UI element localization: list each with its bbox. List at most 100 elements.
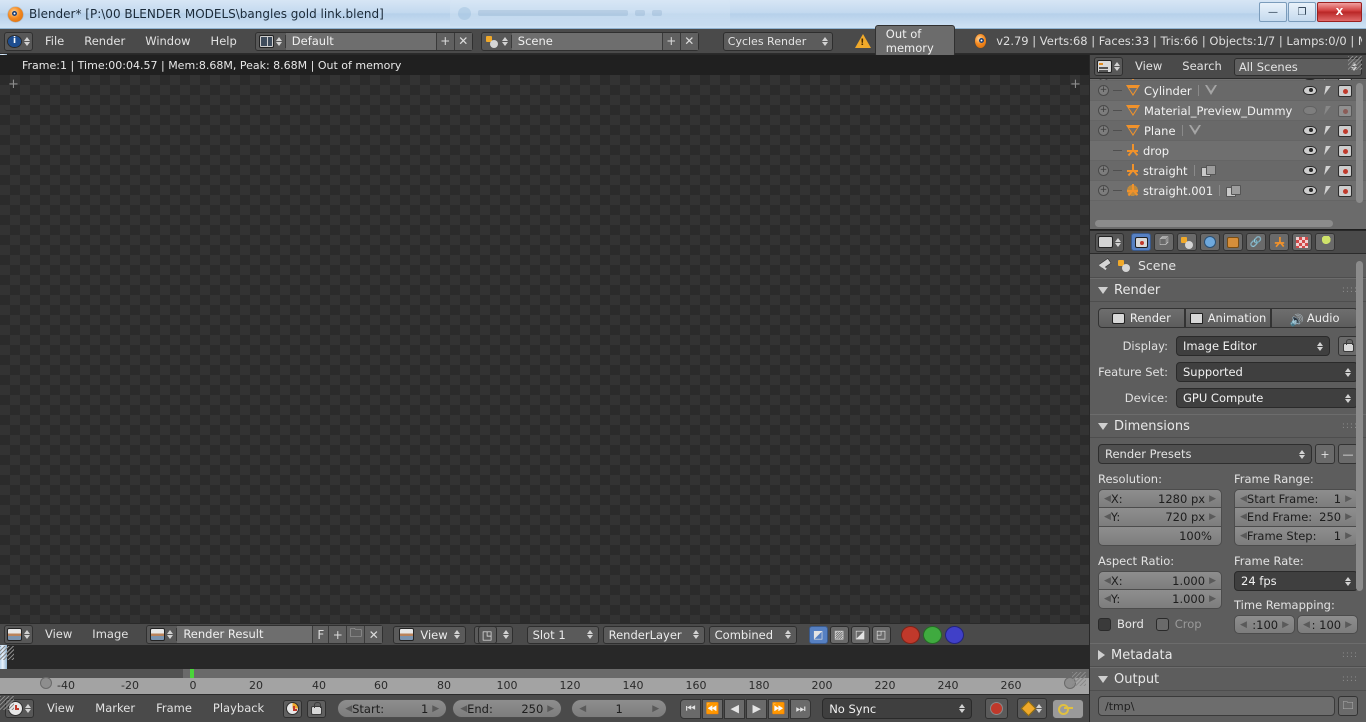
green-channel-icon[interactable] bbox=[922, 625, 942, 644]
blue-channel-icon[interactable] bbox=[944, 625, 964, 644]
auto-keyframe-button[interactable] bbox=[985, 698, 1009, 719]
increment-icon[interactable]: ▶ bbox=[1345, 620, 1352, 630]
unlink-image-button[interactable]: ✕ bbox=[364, 626, 383, 643]
visibility-toggle-icon[interactable] bbox=[1303, 86, 1317, 95]
next-keyframe-button[interactable]: ⏩ bbox=[768, 698, 790, 719]
timeline-type-spinner-icon[interactable] bbox=[25, 704, 31, 713]
increment-icon[interactable]: ▶ bbox=[432, 704, 439, 714]
expand-toggle-icon[interactable]: + bbox=[1098, 165, 1109, 176]
expand-toggle-icon[interactable]: + bbox=[1098, 185, 1109, 196]
playback-transport[interactable]: ⏮ ⏪ ◀ ▶ ⏩ ⏭ bbox=[680, 698, 812, 719]
timeline-scrollbar-thumb[interactable] bbox=[0, 669, 183, 678]
increment-icon[interactable]: ▶ bbox=[547, 704, 554, 714]
increment-icon[interactable]: ▶ bbox=[1345, 512, 1352, 522]
editor-type-selector[interactable] bbox=[4, 31, 33, 51]
pivot-spinner-icon[interactable] bbox=[502, 630, 509, 639]
increment-icon[interactable]: ▶ bbox=[1345, 494, 1352, 504]
warning-report[interactable]: Out of memory bbox=[854, 25, 956, 57]
display-channel-buttons[interactable]: ◩ ▨ ◪ ◰ bbox=[808, 625, 891, 644]
delete-screen-layout-button[interactable]: ✕ bbox=[453, 32, 472, 50]
start-frame-field[interactable]: ◀ Start Frame: 1 ▶ bbox=[1234, 489, 1358, 508]
selectability-toggle-icon[interactable] bbox=[1324, 146, 1331, 155]
image-datablock-icon-group[interactable] bbox=[147, 628, 178, 641]
menu-help[interactable]: Help bbox=[203, 32, 245, 51]
visibility-toggle-icon[interactable] bbox=[1303, 126, 1317, 135]
visibility-toggle-icon[interactable] bbox=[1303, 166, 1317, 175]
list-item[interactable]: + Plane bbox=[1090, 121, 1366, 141]
increment-icon[interactable]: ▶ bbox=[1209, 512, 1216, 522]
outliner-tree[interactable]: + Camera + Cylinder bbox=[1090, 79, 1366, 229]
display-select[interactable]: Image Editor bbox=[1176, 336, 1330, 356]
use-preview-range-button[interactable] bbox=[283, 699, 303, 718]
visibility-toggle-icon[interactable] bbox=[1303, 79, 1317, 80]
panel-header-dimensions[interactable]: Dimensions :::: bbox=[1090, 414, 1366, 438]
selectability-toggle-icon[interactable] bbox=[1324, 186, 1331, 195]
render-preset-select[interactable]: Render Presets bbox=[1098, 444, 1312, 464]
keying-mode-spinner-icon[interactable] bbox=[1035, 704, 1042, 713]
panel-header-output[interactable]: Output :::: bbox=[1090, 667, 1366, 691]
increment-icon[interactable]: ▶ bbox=[652, 704, 659, 714]
alpha-channel-icon[interactable]: ▨ bbox=[829, 625, 849, 644]
fake-user-button[interactable]: F bbox=[312, 626, 329, 643]
increment-icon[interactable]: ▶ bbox=[1282, 620, 1289, 630]
image-datablock-combo[interactable]: Render Result F + 🗀 ✕ bbox=[146, 625, 384, 644]
properties-vertical-scrollbar[interactable] bbox=[1356, 261, 1363, 591]
add-preset-button[interactable]: + bbox=[1315, 444, 1335, 464]
list-item[interactable]: + Cylinder bbox=[1090, 81, 1366, 101]
render-buttons-row[interactable]: Render Animation 🔊 Audio bbox=[1098, 308, 1359, 328]
tab-modifiers[interactable] bbox=[1269, 233, 1289, 251]
decrement-icon[interactable]: ◀ bbox=[1104, 512, 1111, 522]
timeline-menu-frame[interactable]: Frame bbox=[148, 699, 200, 718]
render-engine-spinner-icon[interactable] bbox=[821, 36, 828, 46]
outliner-display-mode[interactable]: All Scenes bbox=[1233, 57, 1362, 76]
decrement-icon[interactable]: ◀ bbox=[345, 704, 352, 714]
keying-set-mode-button[interactable] bbox=[1017, 698, 1047, 719]
outliner-menu-view[interactable]: View bbox=[1127, 57, 1170, 76]
jump-to-start-button[interactable]: ⏮ bbox=[680, 698, 702, 719]
outliner-menu-search[interactable]: Search bbox=[1174, 57, 1230, 76]
decrement-icon[interactable]: ◀ bbox=[1240, 531, 1247, 541]
increment-icon[interactable]: ▶ bbox=[1209, 494, 1216, 504]
timeline-menu-playback[interactable]: Playback bbox=[205, 699, 272, 718]
render-layer-spinner-icon[interactable] bbox=[692, 630, 699, 639]
device-spinner-icon[interactable] bbox=[1345, 393, 1351, 403]
group-data-icon[interactable] bbox=[1226, 184, 1242, 197]
current-frame-field[interactable]: ◀ 1 ▶ bbox=[571, 699, 668, 718]
renderability-toggle-icon[interactable] bbox=[1338, 144, 1352, 157]
increment-icon[interactable]: ▶ bbox=[1209, 576, 1216, 586]
image-editor-canvas[interactable]: + + bbox=[0, 75, 1089, 623]
pin-id-icon[interactable] bbox=[1098, 259, 1111, 272]
panel-header-metadata[interactable]: Metadata :::: bbox=[1090, 643, 1366, 667]
render-engine-selector[interactable]: Cycles Render bbox=[722, 31, 833, 51]
output-path-field[interactable]: /tmp\ bbox=[1098, 696, 1335, 716]
tab-render-layers[interactable]: 🗇 bbox=[1154, 233, 1174, 251]
decrement-icon[interactable]: ◀ bbox=[1240, 620, 1247, 630]
renderability-toggle-icon[interactable] bbox=[1338, 104, 1352, 117]
active-keying-set-field[interactable] bbox=[1052, 698, 1084, 719]
mesh-data-icon[interactable] bbox=[1204, 85, 1218, 96]
sync-mode-select[interactable]: No Sync bbox=[822, 698, 973, 719]
tab-constraints[interactable]: 🔗 bbox=[1246, 233, 1266, 251]
close-button[interactable]: X bbox=[1317, 2, 1362, 22]
render-slot-spinner-icon[interactable] bbox=[586, 630, 593, 639]
play-button[interactable]: ▶ bbox=[746, 698, 768, 719]
decrement-icon[interactable]: ◀ bbox=[1240, 512, 1247, 522]
decrement-icon[interactable]: ◀ bbox=[1104, 494, 1111, 504]
render-pass-selector[interactable]: Combined bbox=[708, 625, 797, 644]
image-name[interactable]: Render Result bbox=[177, 626, 313, 643]
aspect-y-field[interactable]: ◀ Y: 1.000 ▶ bbox=[1098, 590, 1222, 609]
tab-object[interactable] bbox=[1223, 233, 1243, 251]
screen-layout-name[interactable]: Default bbox=[285, 32, 436, 50]
tab-render[interactable] bbox=[1131, 233, 1151, 251]
remap-old-field[interactable]: ◀ :100 ▶ bbox=[1234, 615, 1295, 634]
outliner-type-selector[interactable] bbox=[1094, 57, 1123, 76]
properties-type-selector[interactable] bbox=[1095, 232, 1124, 252]
render-animation-button[interactable]: Animation bbox=[1184, 308, 1272, 328]
end-frame-field[interactable]: ◀ End: 250 ▶ bbox=[452, 699, 563, 718]
frame-rate-select[interactable]: 24 fps bbox=[1234, 571, 1358, 591]
scene-combo[interactable]: Scene + ✕ bbox=[480, 31, 699, 51]
lock-time-button[interactable] bbox=[307, 699, 327, 718]
menu-window[interactable]: Window bbox=[137, 32, 198, 51]
selectability-toggle-icon[interactable] bbox=[1324, 79, 1331, 80]
area-corner-grip[interactable] bbox=[1072, 672, 1086, 686]
